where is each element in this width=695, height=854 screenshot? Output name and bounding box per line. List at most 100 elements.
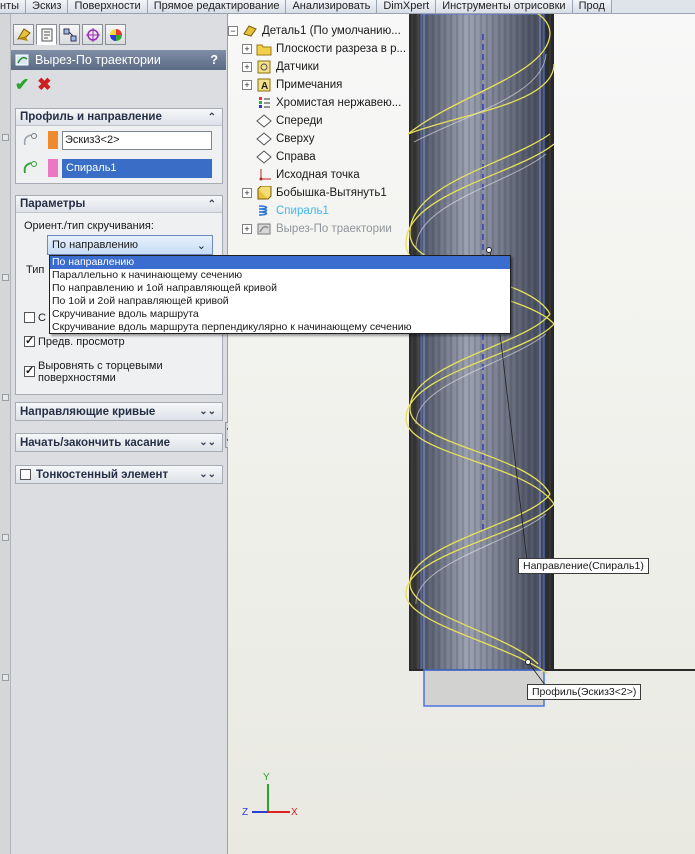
dimxpert-manager-tab[interactable] xyxy=(82,24,103,45)
tree-item[interactable]: Спереди xyxy=(228,112,418,130)
tree-item-label: Исходная точка xyxy=(276,169,360,181)
help-button[interactable]: ? xyxy=(210,53,218,67)
tree-item-label: Справа xyxy=(276,151,316,163)
start-end-tangency-header[interactable]: Начать/закончить касание ⌄⌄ xyxy=(16,434,222,451)
extrude-icon xyxy=(256,186,272,200)
expand-icon[interactable]: + xyxy=(242,80,252,90)
tree-item-label: Спираль1 xyxy=(276,205,329,217)
dropdown-option[interactable]: Параллельно к начинающему сечению xyxy=(50,269,510,282)
expand-icon[interactable]: + xyxy=(242,224,252,234)
tree-item[interactable]: Хромистая нержавею... xyxy=(228,94,418,112)
tree-item-label: Датчики xyxy=(276,61,320,73)
collapse-icon[interactable]: − xyxy=(228,26,238,36)
chevron-down-double-icon[interactable]: ⌄⌄ xyxy=(199,406,216,417)
property-manager-tab[interactable] xyxy=(36,24,57,45)
preview-line: Предв. просмотр xyxy=(24,334,125,348)
group-title: Начать/закончить касание xyxy=(20,436,171,449)
group-title: Профиль и направление xyxy=(20,111,162,123)
profile-callout[interactable]: Профиль(Эскиз3<2>) xyxy=(527,684,642,700)
hidden-option-checkbox[interactable] xyxy=(24,312,35,323)
command-manager-tabs: нты Эскиз Поверхности Прямое редактирова… xyxy=(0,0,695,14)
preview-checkbox[interactable] xyxy=(24,334,35,347)
display-manager-tab[interactable] xyxy=(105,24,126,45)
tree-item[interactable]: Справа xyxy=(228,148,418,166)
tab-evaluate[interactable]: Анализировать xyxy=(286,0,378,13)
svg-text:A: A xyxy=(261,81,268,92)
strip-button[interactable] xyxy=(2,674,9,681)
tree-item[interactable]: + A Примечания xyxy=(228,76,418,94)
chevron-down-icon[interactable]: ⌄ xyxy=(197,237,206,255)
path-callout[interactable]: Направление(Спираль1) xyxy=(518,558,649,574)
strip-button[interactable] xyxy=(2,134,9,141)
chevron-up-icon[interactable]: ⌃ xyxy=(208,199,216,210)
group-title: Параметры xyxy=(20,198,86,210)
tangency-type-label: Тип xyxy=(26,264,45,276)
thin-feature-header[interactable]: Тонкостенный элемент ⌄⌄ xyxy=(16,466,222,483)
tree-item[interactable]: Спираль1 xyxy=(228,202,418,220)
dropdown-option[interactable]: По направлению xyxy=(50,256,510,269)
tab-direct-editing[interactable]: Прямое редактирование xyxy=(147,0,287,13)
tree-item[interactable]: + Датчики xyxy=(228,58,418,76)
crosshair-icon xyxy=(85,27,100,42)
align-end-faces-checkbox[interactable] xyxy=(24,364,35,377)
tab-surfaces[interactable]: Поверхности xyxy=(68,0,148,13)
tab-features[interactable]: нты xyxy=(0,0,27,13)
tree-item[interactable]: + Бобышка-Вытянуть1 xyxy=(228,184,418,202)
group-title: Направляющие кривые xyxy=(20,405,156,418)
guide-curves-header[interactable]: Направляющие кривые ⌄⌄ xyxy=(16,403,222,420)
dropdown-selected-value: По направлению xyxy=(52,239,139,251)
path-color-swatch xyxy=(48,159,58,177)
dropdown-option[interactable]: По направлению и 1ой направляющей кривой xyxy=(50,282,510,295)
expand-icon[interactable]: + xyxy=(242,62,252,72)
thin-feature-checkbox[interactable] xyxy=(20,469,31,480)
tree-item[interactable]: + Вырез-По траектории xyxy=(228,220,418,238)
feature-title: Вырез-По траектории xyxy=(35,53,161,67)
dropdown-option[interactable]: Скручивание вдоль маршрута перпендикуляр… xyxy=(50,321,510,334)
tree-item-label: Спереди xyxy=(276,115,323,127)
chevron-up-icon[interactable]: ⌃ xyxy=(208,112,216,123)
plane-icon xyxy=(256,132,272,146)
profile-path-group-header[interactable]: Профиль и направление ⌃ xyxy=(16,109,222,126)
annotation-icon: A xyxy=(256,78,272,92)
part-icon xyxy=(242,24,258,38)
tab-dimxpert[interactable]: DimXpert xyxy=(377,0,437,13)
graphics-area[interactable]: Y X Z Направление(Спираль1) Профиль(Эски… xyxy=(228,14,695,854)
tree-item-label: Сверху xyxy=(276,133,315,145)
profile-selection-box[interactable]: Эскиз3<2> xyxy=(62,130,212,150)
guide-curves-group: Направляющие кривые ⌄⌄ xyxy=(15,402,223,421)
options-group-header[interactable]: Параметры ⌃ xyxy=(16,196,222,213)
path-selection-box[interactable]: Спираль1 xyxy=(62,158,212,178)
ok-check-icon[interactable]: ✔ xyxy=(15,76,29,94)
hidden-option-label: С xyxy=(38,312,46,324)
align-end-faces-label: Выровнять с торцевыми поверхностями xyxy=(38,360,163,384)
tree-item[interactable]: Сверху xyxy=(228,130,418,148)
configuration-manager-tab[interactable] xyxy=(59,24,80,45)
cancel-x-icon[interactable]: ✖ xyxy=(37,76,51,94)
configuration-icon xyxy=(63,28,76,41)
feature-title-bar: Вырез-По траектории ? xyxy=(11,50,226,70)
expand-icon[interactable]: + xyxy=(242,188,252,198)
thin-feature-group: Тонкостенный элемент ⌄⌄ xyxy=(15,465,223,484)
tab-sketch[interactable]: Эскиз xyxy=(26,0,69,13)
tree-item[interactable]: + Плоскости разреза в р... xyxy=(228,40,418,58)
strip-button[interactable] xyxy=(2,274,9,281)
tree-item[interactable]: Исходная точка xyxy=(228,166,418,184)
dropdown-option[interactable]: Скручивание вдоль маршрута xyxy=(50,308,510,321)
tab-sketch-ink[interactable]: Инструменты отрисовки xyxy=(436,0,573,13)
strip-button[interactable] xyxy=(2,394,9,401)
tree-item-label: Вырез-По траектории xyxy=(276,223,392,235)
tab-products[interactable]: Прод xyxy=(572,0,612,13)
tree-item-label: Деталь1 (По умолчанию... xyxy=(262,25,401,37)
chevron-down-double-icon[interactable]: ⌄⌄ xyxy=(199,469,216,480)
dropdown-option[interactable]: По 1ой и 2ой направляющей кривой xyxy=(50,295,510,308)
chevron-down-double-icon[interactable]: ⌄⌄ xyxy=(199,437,216,448)
orientation-twist-dropdown[interactable]: По направлению ⌄ xyxy=(47,235,213,255)
tree-item[interactable]: − Деталь1 (По умолчанию... xyxy=(228,22,418,40)
orientation-options-list: По направлению Параллельно к начинающему… xyxy=(49,255,511,334)
strip-button[interactable] xyxy=(2,534,9,541)
feature-manager-tab[interactable] xyxy=(13,24,34,45)
tree-item-label: Примечания xyxy=(276,79,343,91)
tree-item-label: Плоскости разреза в р... xyxy=(276,43,407,55)
expand-icon[interactable]: + xyxy=(242,44,252,54)
profile-path-group: Профиль и направление ⌃ Эскиз3<2> Спирал… xyxy=(15,108,223,184)
